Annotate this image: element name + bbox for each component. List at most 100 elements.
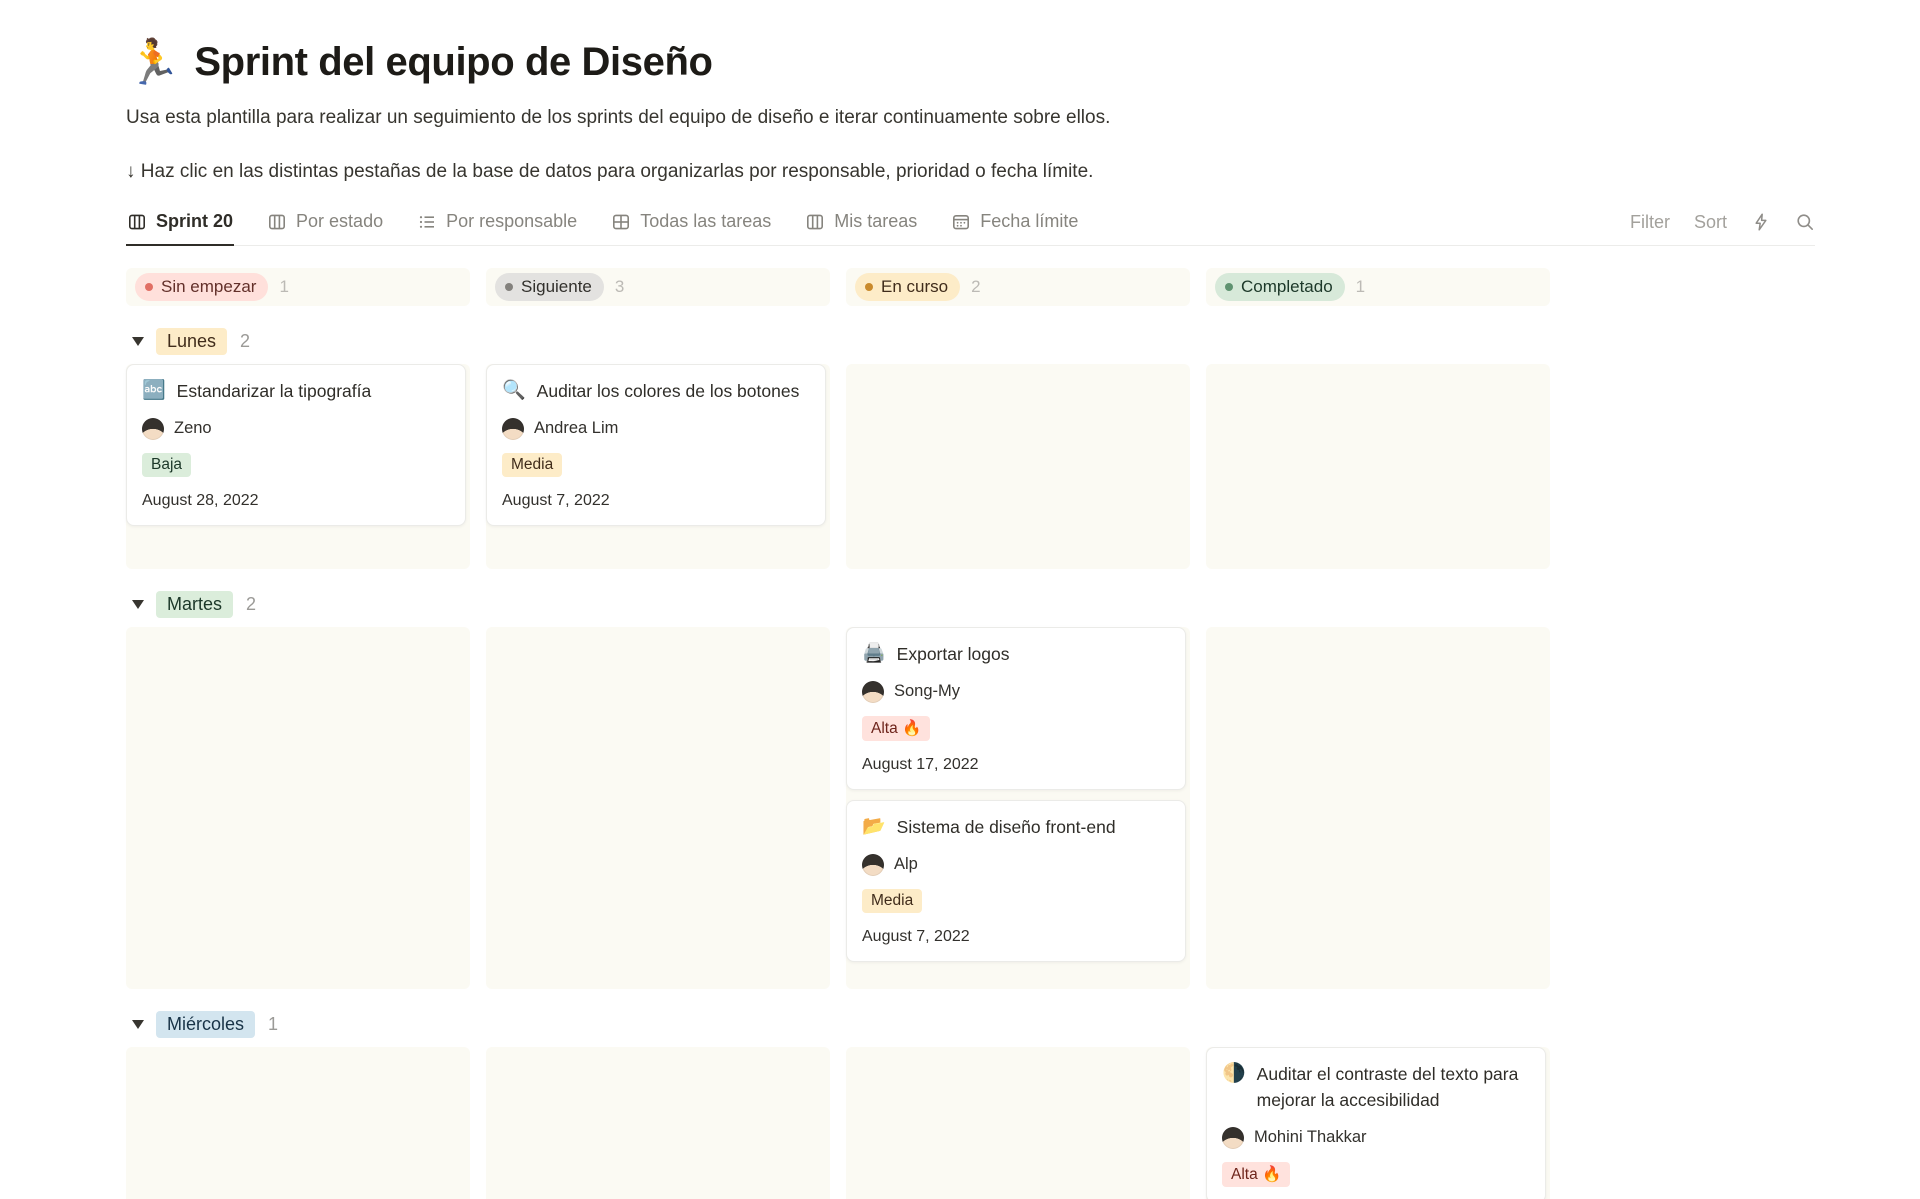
status-pill[interactable]: Siguiente [495, 273, 604, 301]
tab-sprint-20[interactable]: Sprint 20 [126, 211, 234, 246]
group-pill: Lunes [156, 328, 227, 355]
filter-button[interactable]: Filter [1630, 212, 1670, 233]
board-cell-empty [486, 1047, 830, 1199]
tab-label: Sprint 20 [156, 211, 233, 232]
status-label: En curso [881, 277, 948, 297]
board-cell: 🔍 Auditar los colores de los botones And… [486, 364, 830, 569]
priority-tag: Alta 🔥 [1222, 1162, 1290, 1187]
tab-fecha-limite[interactable]: Fecha límite [950, 211, 1079, 246]
status-label: Siguiente [521, 277, 592, 297]
board-cell-empty [1206, 364, 1550, 569]
assignee-name: Song-My [894, 682, 960, 701]
avatar [862, 854, 884, 876]
kanban-board: Sin empezar 1 Siguiente 3 En curso 2 [126, 268, 1815, 1199]
task-card[interactable]: 🖨️ Exportar logos Song-My Alta 🔥 August … [846, 627, 1186, 790]
group-count: 2 [240, 331, 250, 352]
sort-button[interactable]: Sort [1694, 212, 1727, 233]
group-row-miercoles: 🌗 Auditar el contraste del texto para me… [126, 1047, 1815, 1199]
status-pill[interactable]: Completado [1215, 273, 1345, 301]
runner-emoji: 🏃 [126, 41, 180, 85]
task-card[interactable]: 🔍 Auditar los colores de los botones And… [486, 364, 826, 526]
tab-todas-las-tareas[interactable]: Todas las tareas [610, 211, 772, 246]
column-header-en-curso: En curso 2 [846, 268, 1190, 306]
tab-mis-tareas[interactable]: Mis tareas [804, 211, 918, 246]
board-cell-empty [846, 364, 1190, 569]
avatar [502, 418, 524, 440]
page-title: 🏃 Sprint del equipo de Diseño [126, 40, 1815, 85]
status-dot [865, 283, 873, 291]
tab-label: Por estado [296, 211, 383, 232]
due-date: August 28, 2022 [142, 492, 450, 510]
tab-label: Todas las tareas [640, 211, 771, 232]
card-title: Exportar logos [897, 641, 1010, 667]
page-description: Usa esta plantilla para realizar un segu… [126, 105, 1326, 131]
due-date: August 17, 2022 [862, 756, 1170, 774]
group-count: 1 [268, 1014, 278, 1035]
view-controls: Filter Sort [1630, 212, 1815, 245]
view-tabbar: Sprint 20 Por estado Por responsable Tod… [126, 211, 1815, 246]
board-cell: 🌗 Auditar el contraste del texto para me… [1206, 1047, 1550, 1199]
status-pill[interactable]: En curso [855, 273, 960, 301]
status-label: Sin empezar [161, 277, 256, 297]
due-date: August 7, 2022 [862, 928, 1170, 946]
assignee-name: Zeno [174, 419, 212, 438]
toggle-triangle-icon [132, 600, 144, 609]
task-card[interactable]: 📂 Sistema de diseño front-end Alp Media … [846, 800, 1186, 962]
column-count: 3 [615, 277, 624, 297]
search-icon[interactable] [1795, 212, 1815, 232]
status-pill[interactable]: Sin empezar [135, 273, 268, 301]
tab-por-estado[interactable]: Por estado [266, 211, 384, 246]
tab-por-responsable[interactable]: Por responsable [416, 211, 578, 246]
page-hint: ↓ Haz clic en las distintas pestañas de … [126, 159, 1326, 185]
magnifier-icon: 🔍 [502, 378, 526, 404]
column-count: 1 [1356, 277, 1365, 297]
typography-icon: 🔤 [142, 378, 166, 404]
board-icon [267, 212, 287, 232]
avatar [142, 418, 164, 440]
card-title: Estandarizar la tipografía [177, 378, 372, 404]
board-icon [127, 212, 147, 232]
toggle-triangle-icon [132, 1020, 144, 1029]
printer-icon: 🖨️ [862, 641, 886, 667]
column-header-siguiente: Siguiente 3 [486, 268, 830, 306]
group-header-martes[interactable]: Martes 2 [126, 591, 1815, 618]
card-title: Auditar los colores de los botones [537, 378, 800, 404]
task-card[interactable]: 🔤 Estandarizar la tipografía Zeno Baja A… [126, 364, 466, 526]
lightning-icon[interactable] [1751, 212, 1771, 232]
half-moon-icon: 🌗 [1222, 1061, 1246, 1113]
group-pill: Martes [156, 591, 233, 618]
assignee-name: Mohini Thakkar [1254, 1128, 1367, 1147]
table-icon [611, 212, 631, 232]
priority-tag: Media [862, 889, 922, 913]
assignee-name: Andrea Lim [534, 419, 618, 438]
calendar-icon [951, 212, 971, 232]
folder-icon: 📂 [862, 814, 886, 840]
notion-page: 🏃 Sprint del equipo de Diseño Usa esta p… [0, 0, 1920, 1199]
page-title-text: Sprint del equipo de Diseño [194, 40, 712, 85]
list-icon [417, 212, 437, 232]
board-cell-empty [1206, 627, 1550, 989]
card-title: Auditar el contraste del texto para mejo… [1257, 1061, 1530, 1113]
column-header-sin-empezar: Sin empezar 1 [126, 268, 470, 306]
group-row-martes: 🖨️ Exportar logos Song-My Alta 🔥 August … [126, 627, 1815, 989]
board-cell: 🖨️ Exportar logos Song-My Alta 🔥 August … [846, 627, 1190, 989]
toggle-triangle-icon [132, 337, 144, 346]
tab-label: Fecha límite [980, 211, 1078, 232]
board-cell-empty [846, 1047, 1190, 1199]
column-header-completado: Completado 1 [1206, 268, 1550, 306]
group-header-miercoles[interactable]: Miércoles 1 [126, 1011, 1815, 1038]
priority-tag: Baja [142, 453, 191, 477]
due-date: August 7, 2022 [502, 492, 810, 510]
board-cell: 🔤 Estandarizar la tipografía Zeno Baja A… [126, 364, 470, 569]
avatar [862, 681, 884, 703]
board-icon [805, 212, 825, 232]
column-count: 2 [971, 277, 980, 297]
task-card[interactable]: 🌗 Auditar el contraste del texto para me… [1206, 1047, 1546, 1199]
board-cell-empty [126, 627, 470, 989]
status-dot [1225, 283, 1233, 291]
card-title: Sistema de diseño front-end [897, 814, 1116, 840]
group-header-lunes[interactable]: Lunes 2 [126, 328, 1815, 355]
board-cell-empty [486, 627, 830, 989]
group-count: 2 [246, 594, 256, 615]
priority-tag: Media [502, 453, 562, 477]
